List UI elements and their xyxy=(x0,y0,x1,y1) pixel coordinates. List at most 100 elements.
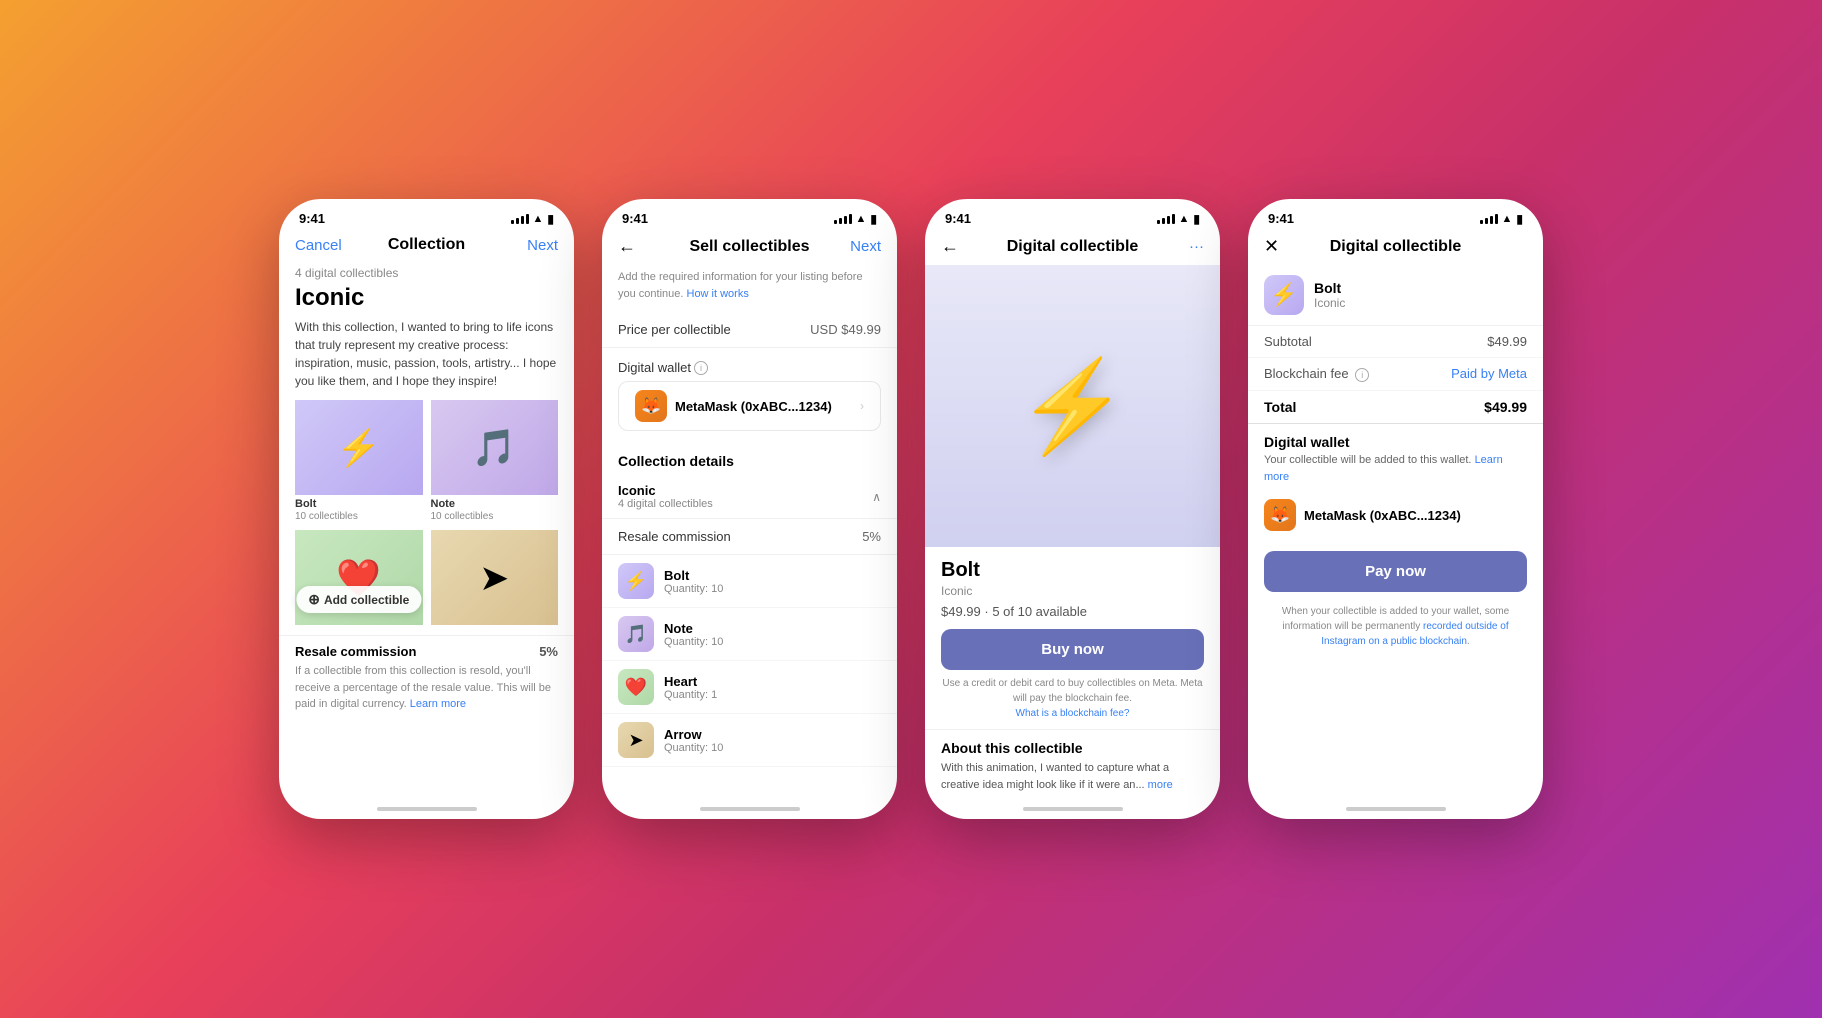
add-collectible-label: Add collectible xyxy=(324,593,409,607)
blockchain-fee-link[interactable]: What is a blockchain fee? xyxy=(1016,708,1130,719)
wallet-section-desc: Your collectible will be added to this w… xyxy=(1264,452,1527,485)
collectible-item-bolt[interactable]: ⚡ Bolt 10 collectibles xyxy=(295,400,423,522)
price-row: Price per collectible USD $49.99 xyxy=(602,312,897,348)
info-icon-wallet: i xyxy=(694,361,708,375)
note-info: Note Quantity: 10 xyxy=(664,621,723,648)
back-button-2[interactable]: ← xyxy=(618,236,668,257)
note-count: 10 collectibles xyxy=(431,511,559,522)
collection-description: With this collection, I wanted to bring … xyxy=(279,318,574,400)
plus-icon: ⊕ xyxy=(308,591,320,608)
phone-1: 9:41 ▲ ▮ Cancel Collection Next 4 digita… xyxy=(279,199,574,819)
blockchain-fee-value: Paid by Meta xyxy=(1451,366,1527,382)
collection-header-2[interactable]: Iconic 4 digital collectibles ∧ xyxy=(602,475,897,519)
wallet-left-2: 🦊 MetaMask (0xABC...1234) xyxy=(635,390,832,422)
collection-name-2: Iconic xyxy=(618,483,713,498)
metamask-icon-2: 🦊 xyxy=(635,390,667,422)
product-collection: Iconic xyxy=(1314,296,1345,310)
note-qty: Quantity: 10 xyxy=(664,636,723,648)
status-time-3: 9:41 xyxy=(945,211,971,226)
product-row: ⚡ Bolt Iconic xyxy=(1248,265,1543,326)
list-item-heart[interactable]: ❤️ Heart Quantity: 1 xyxy=(602,661,897,714)
home-indicator-4 xyxy=(1248,799,1543,819)
status-icons-2: ▲ ▮ xyxy=(834,212,878,226)
resale-label-2: Resale commission xyxy=(618,529,731,544)
collectible-item-heart[interactable]: ❤️ ⊕ Add collectible xyxy=(295,530,423,625)
collectible-item-arrow[interactable]: ➤ xyxy=(431,530,559,625)
list-item-note[interactable]: 🎵 Note Quantity: 10 xyxy=(602,608,897,661)
bolt-thumb: ⚡ xyxy=(618,563,654,599)
status-icons-3: ▲ ▮ xyxy=(1157,212,1201,226)
subtotal-label: Subtotal xyxy=(1264,334,1312,349)
nav-bar-2: ← Sell collectibles Next xyxy=(602,232,897,265)
signal-icon-1 xyxy=(511,214,529,224)
bolt-count: 10 collectibles xyxy=(295,511,423,522)
page-title-3: Digital collectible xyxy=(1007,238,1139,256)
status-time-4: 9:41 xyxy=(1268,211,1294,226)
status-time-1: 9:41 xyxy=(299,211,325,226)
collection-title: Iconic xyxy=(279,282,574,318)
wallet-section-4: Digital wallet Your collectible will be … xyxy=(1248,424,1543,543)
home-indicator-3 xyxy=(925,799,1220,819)
price-availability-row: $49.99 · 5 of 10 available xyxy=(941,604,1204,619)
page-title-2: Sell collectibles xyxy=(689,238,809,256)
about-text: With this animation, I wanted to capture… xyxy=(941,760,1204,793)
home-bar-1 xyxy=(377,807,477,811)
resale-row-1: Resale commission 5% xyxy=(279,635,574,663)
resale-row-2: Resale commission 5% xyxy=(602,519,897,555)
arrow-image: ➤ xyxy=(431,530,559,625)
wallet-label: Digital wallet xyxy=(618,360,691,375)
list-item-bolt[interactable]: ⚡ Bolt Quantity: 10 xyxy=(602,555,897,608)
total-value: $49.99 xyxy=(1484,399,1527,415)
battery-icon-4: ▮ xyxy=(1516,212,1523,226)
bolt-label: Bolt xyxy=(295,495,423,511)
status-icons-1: ▲ ▮ xyxy=(511,212,555,226)
heart-thumb: ❤️ xyxy=(618,669,654,705)
collection-sub-2: 4 digital collectibles xyxy=(618,498,713,510)
more-menu-button[interactable]: ··· xyxy=(1154,238,1204,255)
wifi-icon-4: ▲ xyxy=(1502,213,1513,225)
home-indicator-1 xyxy=(279,799,574,819)
info-icon-blockchain: i xyxy=(1355,368,1369,382)
total-row: Total $49.99 xyxy=(1248,391,1543,424)
bolt-name: Bolt xyxy=(664,568,723,583)
cancel-button[interactable]: Cancel xyxy=(295,237,345,254)
how-it-works-link[interactable]: How it works xyxy=(687,288,749,300)
product-thumb: ⚡ xyxy=(1264,275,1304,315)
about-title: About this collectible xyxy=(941,740,1204,756)
wallet-section-header: Digital wallet i 🦊 MetaMask (0xABC...123… xyxy=(602,348,897,441)
learn-more-link-1[interactable]: Learn more xyxy=(410,698,466,710)
more-link[interactable]: more xyxy=(1148,779,1173,791)
wallet-row-2[interactable]: 🦊 MetaMask (0xABC...1234) › xyxy=(618,381,881,431)
arrow-thumb: ➤ xyxy=(618,722,654,758)
list-item-arrow[interactable]: ➤ Arrow Quantity: 10 xyxy=(602,714,897,767)
collectible-item-note[interactable]: 🎵 Note 10 collectibles xyxy=(431,400,559,522)
about-section: About this collectible With this animati… xyxy=(925,729,1220,799)
nav-bar-4: ✕ Digital collectible xyxy=(1248,232,1543,265)
subtotal-value: $49.99 xyxy=(1487,334,1527,349)
close-button[interactable]: ✕ xyxy=(1264,236,1314,257)
subtitle-1: 4 digital collectibles xyxy=(279,262,574,282)
note-image: 🎵 xyxy=(431,400,559,495)
phone-1-content: 4 digital collectibles Iconic With this … xyxy=(279,262,574,799)
phone-4: 9:41 ▲ ▮ ✕ Digital collectible ⚡ Bolt Ic… xyxy=(1248,199,1543,819)
back-button-3[interactable]: ← xyxy=(941,236,991,257)
chevron-icon-2: › xyxy=(860,399,864,413)
status-bar-2: 9:41 ▲ ▮ xyxy=(602,199,897,232)
buy-now-button[interactable]: Buy now xyxy=(941,629,1204,670)
status-bar-4: 9:41 ▲ ▮ xyxy=(1248,199,1543,232)
price-label: Price per collectible xyxy=(618,322,731,337)
battery-icon-3: ▮ xyxy=(1193,212,1200,226)
pay-now-button[interactable]: Pay now xyxy=(1264,551,1527,592)
metamask-icon-4: 🦊 xyxy=(1264,499,1296,531)
collectibles-grid: ⚡ Bolt 10 collectibles 🎵 Note 10 collect… xyxy=(279,400,574,635)
collection-details-header: Collection details xyxy=(602,441,897,475)
product-info: Bolt Iconic xyxy=(1314,280,1345,310)
phone-3: 9:41 ▲ ▮ ← Digital collectible ··· ⚡ Bol… xyxy=(925,199,1220,819)
arrow-qty: Quantity: 10 xyxy=(664,742,723,754)
add-collectible-button[interactable]: ⊕ Add collectible xyxy=(296,586,421,613)
next-button-1[interactable]: Next xyxy=(508,237,558,254)
hero-bolt-icon: ⚡ xyxy=(1016,354,1128,459)
battery-icon-1: ▮ xyxy=(547,212,554,226)
battery-icon-2: ▮ xyxy=(870,212,877,226)
next-button-2[interactable]: Next xyxy=(831,238,881,255)
